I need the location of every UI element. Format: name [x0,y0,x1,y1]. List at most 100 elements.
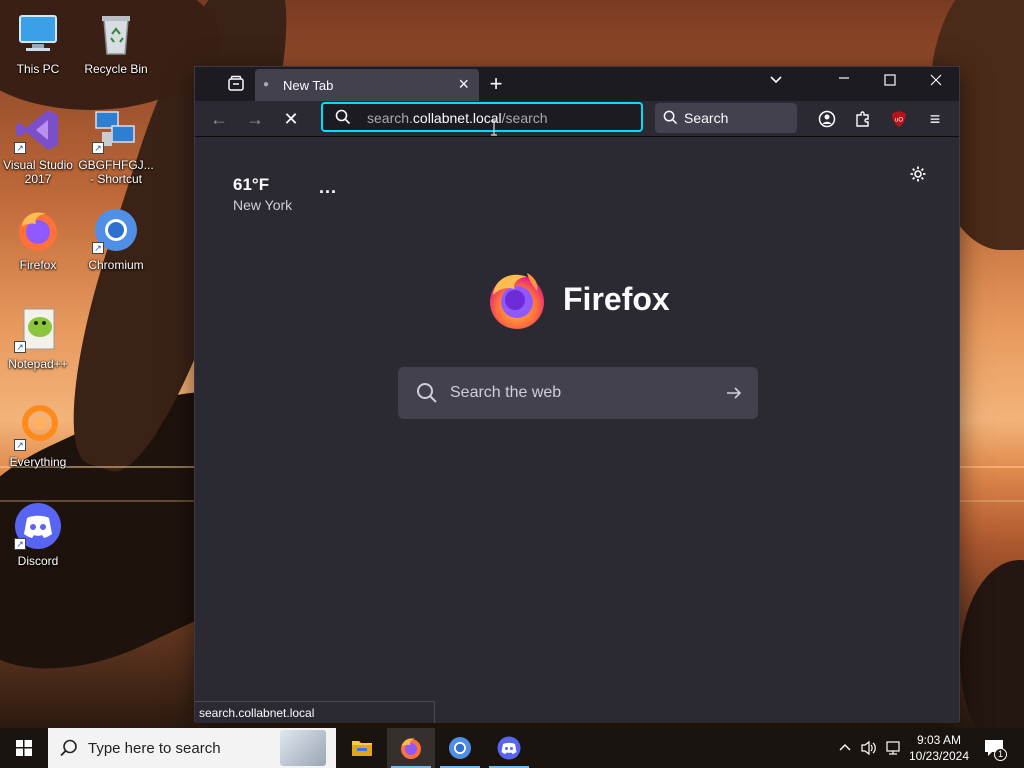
tab-new-tab[interactable]: ● New Tab × [255,69,479,101]
desktop-icon-label: Firefox [19,258,57,272]
back-arrow-icon[interactable]: ← [205,105,233,133]
firefox-wordmark: Firefox [563,281,670,317]
account-icon[interactable] [813,105,841,133]
weather-more-options-button[interactable]: ... [319,177,337,198]
desktop-icon-label: Discord [17,554,59,568]
desktop-icon-gbgfhfgj-shortcut[interactable]: ↗ GBGFHFGJ... - Shortcut [78,106,154,186]
notification-center-button[interactable]: 1 [982,728,1018,768]
desktop-icon-visual-studio[interactable]: ↗ Visual Studio 2017 [0,106,76,186]
url-host: collabnet.local [412,110,502,126]
desktop-icon-this-pc[interactable]: This PC [0,10,76,76]
taskbar-chromium[interactable] [436,728,484,768]
hamburger-menu-icon[interactable]: ≡ [921,105,949,133]
notification-count-badge: 1 [994,748,1007,761]
list-all-tabs-chevron-icon[interactable] [765,73,787,95]
navigation-toolbar: ← → ✕ search.collabnet.local/search Sear… [195,101,959,137]
svg-text:uO: uO [895,118,903,124]
firefox-window: ● New Tab × + ← → ✕ search.collabnet.loc… [194,66,960,723]
desktop-icon-chromium[interactable]: ↗ Chromium [78,206,154,272]
firefox-view-button[interactable] [225,75,247,95]
volume-icon[interactable] [860,728,880,768]
search-icon [60,739,77,757]
clock-time: 9:03 AM [916,733,962,747]
desktop-icon-discord[interactable]: ↗ Discord [0,502,76,568]
taskbar-clock[interactable]: 9:03 AM 10/23/2024 [904,732,974,764]
new-tab-page: 61°F New York ... Firefox Search the web… [195,137,959,723]
maximize-button[interactable] [877,73,903,97]
tab-favicon-dot-icon: ● [263,79,270,90]
computer-icon [14,10,62,58]
url-path: /search [501,110,548,126]
minimize-button[interactable] [831,71,857,95]
stop-loading-icon[interactable]: ✕ [277,105,305,133]
gear-icon[interactable] [909,165,927,188]
discord-icon: ↗ [14,502,62,550]
link-status-tooltip: search.collabnet.local [195,701,435,723]
taskbar-search-placeholder: Type here to search [88,740,221,757]
weather-temperature[interactable]: 61°F [233,175,269,195]
taskbar: Type here to search 9:03 AM 10/23/2024 1 [0,728,1024,768]
search-icon [663,110,678,125]
discord-icon [497,736,521,760]
taskbar-firefox[interactable] [387,728,435,768]
taskbar-file-explorer[interactable] [338,728,386,768]
start-button[interactable] [0,728,48,768]
chromium-icon: ↗ [92,206,140,254]
taskbar-search-box[interactable]: Type here to search [48,728,336,768]
text-cursor-icon [490,120,497,136]
weather-location[interactable]: New York [233,197,292,213]
url-bar[interactable]: search.collabnet.local/search [321,102,643,132]
close-window-button[interactable] [923,73,949,97]
url-prefix: search. [367,110,413,126]
shortcut-arrow-icon: ↗ [14,142,26,154]
search-icon [417,383,437,403]
chromium-icon [449,737,471,759]
desktop-icon-label: Chromium [88,258,144,272]
firefox-icon [401,738,421,759]
desktop-icon-recycle-bin[interactable]: Recycle Bin [78,10,154,76]
show-hidden-icons-chevron-icon[interactable] [838,728,854,768]
clock-date: 10/23/2024 [908,749,970,763]
visual-studio-icon: ↗ [14,106,62,154]
url-text: search.collabnet.local/search [367,110,548,126]
new-tab-search-box[interactable]: Search the web [398,367,758,419]
windows-logo-icon [16,740,32,756]
firefox-view-icon [228,75,244,91]
close-icon [930,74,942,86]
desktop-icon-firefox[interactable]: Firefox [0,206,76,272]
taskbar-discord[interactable] [485,728,533,768]
network-icon[interactable] [884,728,904,768]
extensions-puzzle-icon[interactable] [849,105,877,133]
desktop-icon-label: Notepad++ [8,357,68,371]
shortcut-arrow-icon: ↗ [14,341,26,353]
shortcut-arrow-icon: ↗ [92,142,104,154]
tab-strip: ● New Tab × + [195,67,959,101]
notepad-plus-plus-icon: ↗ [14,305,62,353]
search-bar[interactable]: Search [655,103,797,133]
tab-title: New Tab [283,78,334,93]
desktop-icon-everything[interactable]: ↗ Everything [0,403,76,469]
folder-icon [352,741,372,756]
network-computers-icon: ↗ [92,106,140,154]
firefox-logo-icon [485,267,549,331]
shortcut-arrow-icon: ↗ [14,538,26,550]
everything-search-icon: ↗ [14,403,62,451]
ublock-origin-icon[interactable]: uO [885,105,913,133]
forward-arrow-icon[interactable]: → [241,105,269,133]
desktop-icon-label: Everything [9,455,67,469]
firefox-icon [14,206,62,254]
desktop-icon-label: Recycle Bin [84,62,148,76]
tab-close-icon[interactable]: × [458,74,469,95]
new-tab-button[interactable]: + [485,71,507,96]
desktop-icon-label: This PC [16,62,60,76]
desktop-icon-label: GBGFHFGJ... - Shortcut [78,158,154,186]
arrow-right-icon[interactable] [726,386,742,400]
recycle-bin-icon [92,10,140,58]
desktop-icon-label: Visual Studio 2017 [3,158,73,186]
snow-leopard-search-highlight-icon [280,730,326,766]
search-icon [335,109,351,125]
desktop-icon-notepad-plus-plus[interactable]: ↗ Notepad++ [0,305,76,371]
search-box-placeholder: Search the web [450,384,562,401]
shortcut-arrow-icon: ↗ [14,439,26,451]
shortcut-arrow-icon: ↗ [92,242,104,254]
